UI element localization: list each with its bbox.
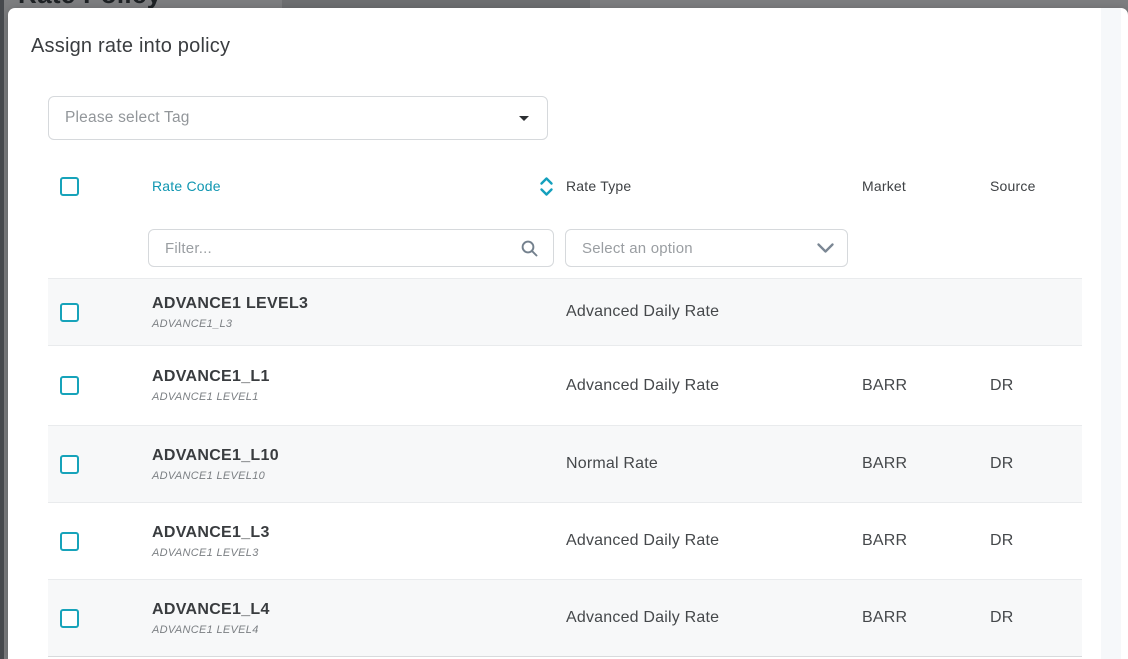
modal-body: Please select Tag Rate Code Rat <box>8 57 1128 657</box>
chevron-down-icon <box>817 243 834 254</box>
table-header-row: Rate Code Rate Type Market Source <box>48 160 1082 212</box>
column-header-source[interactable]: Source <box>990 178 1082 194</box>
filter-input-placeholder: Filter... <box>165 240 520 257</box>
rate-type-value: Advanced Daily Rate <box>566 377 862 395</box>
source-value: DR <box>990 377 1082 395</box>
row-checkbox[interactable] <box>60 532 79 551</box>
market-value: BARR <box>862 532 990 550</box>
table-row[interactable]: ADVANCE1_L1 ADVANCE1 LEVEL1 Advanced Dai… <box>48 345 1082 425</box>
rate-code-filter-input[interactable]: Filter... <box>148 229 554 267</box>
row-checkbox[interactable] <box>60 455 79 474</box>
caret-down-icon <box>519 116 529 121</box>
rates-table: Rate Code Rate Type Market Source <box>48 160 1082 657</box>
market-value: BARR <box>862 609 990 627</box>
rate-code-alt-value: ADVANCE1 LEVEL10 <box>152 470 566 482</box>
rate-code-value: ADVANCE1_L1 <box>152 368 566 386</box>
table-filter-row: Filter... Select an option <box>48 212 1082 268</box>
table-row[interactable]: ADVANCE1_L3 ADVANCE1 LEVEL3 Advanced Dai… <box>48 502 1082 579</box>
rate-code-alt-value: ADVANCE1 LEVEL3 <box>152 547 566 559</box>
rate-code-alt-value: ADVANCE1_L3 <box>152 318 566 330</box>
rate-code-value: ADVANCE1_L10 <box>152 447 566 465</box>
tag-select[interactable]: Please select Tag <box>48 96 548 140</box>
rate-type-value: Advanced Daily Rate <box>566 532 862 550</box>
assign-rate-modal: Assign rate into policy Please select Ta… <box>8 8 1128 659</box>
market-value: BARR <box>862 455 990 473</box>
column-header-rate-code[interactable]: Rate Code <box>152 176 566 197</box>
modal-header: Assign rate into policy <box>8 8 1128 57</box>
modal-title: Assign rate into policy <box>31 35 1104 57</box>
rate-type-value: Advanced Daily Rate <box>566 303 862 321</box>
row-checkbox[interactable] <box>60 303 79 322</box>
column-header-rate-type[interactable]: Rate Type <box>566 178 862 194</box>
rate-code-alt-value: ADVANCE1 LEVEL1 <box>152 391 566 403</box>
row-checkbox[interactable] <box>60 609 79 628</box>
rate-code-header-label: Rate Code <box>152 178 221 194</box>
table-row[interactable]: ADVANCE1 LEVEL3 ADVANCE1_L3 Advanced Dai… <box>48 278 1082 345</box>
background-toolbar-fragment <box>282 0 590 8</box>
background-sidebar-edge <box>0 0 4 659</box>
rate-type-filter-select[interactable]: Select an option <box>565 229 848 267</box>
rate-code-value: ADVANCE1 LEVEL3 <box>152 295 566 313</box>
filter-select-placeholder: Select an option <box>582 240 817 257</box>
tag-select-placeholder: Please select Tag <box>65 109 519 127</box>
sort-icon[interactable] <box>539 176 554 197</box>
rate-code-value: ADVANCE1_L4 <box>152 601 566 619</box>
rate-type-value: Normal Rate <box>566 455 862 473</box>
rate-code-value: ADVANCE1_L3 <box>152 524 566 542</box>
rate-code-alt-value: ADVANCE1 LEVEL4 <box>152 624 566 636</box>
source-value: DR <box>990 532 1082 550</box>
table-body: ADVANCE1 LEVEL3 ADVANCE1_L3 Advanced Dai… <box>48 278 1082 657</box>
table-row[interactable]: ADVANCE1_L4 ADVANCE1 LEVEL4 Advanced Dai… <box>48 579 1082 656</box>
column-header-market[interactable]: Market <box>862 178 990 194</box>
table-row[interactable]: ADVANCE1_L10 ADVANCE1 LEVEL10 Normal Rat… <box>48 425 1082 502</box>
row-checkbox[interactable] <box>60 376 79 395</box>
market-value: BARR <box>862 377 990 395</box>
select-all-checkbox[interactable] <box>60 177 79 196</box>
source-value: DR <box>990 609 1082 627</box>
rate-type-value: Advanced Daily Rate <box>566 609 862 627</box>
search-icon <box>520 239 539 258</box>
source-value: DR <box>990 455 1082 473</box>
